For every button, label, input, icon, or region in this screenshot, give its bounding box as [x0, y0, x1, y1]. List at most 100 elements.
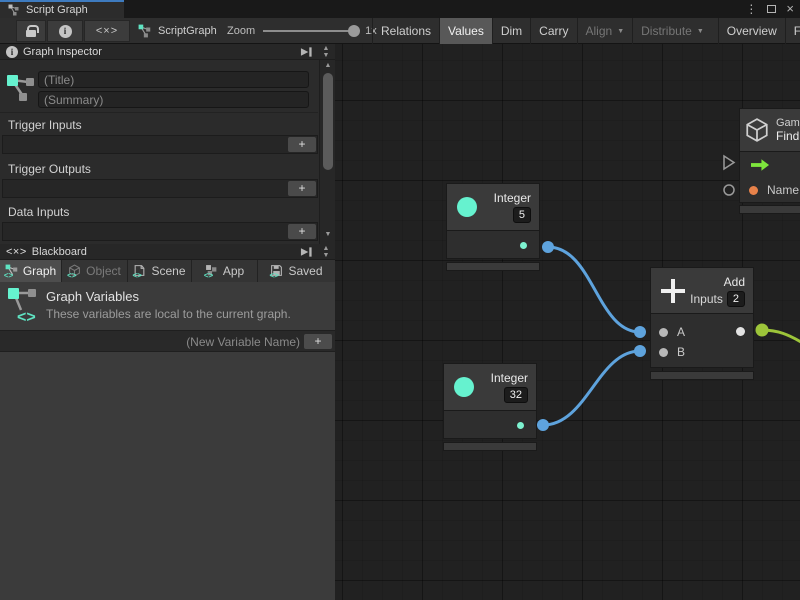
node-gameobject-find[interactable]: Game Object Find Name [739, 108, 800, 214]
output-port[interactable] [736, 327, 745, 336]
inspect-button[interactable]: i [47, 20, 83, 42]
node-title: Game Object [776, 117, 800, 129]
node-subtitle: Find [776, 129, 800, 143]
dock-icon[interactable] [300, 247, 313, 257]
graph-icon [138, 24, 152, 38]
lock-icon [26, 30, 36, 37]
object-tab-icon: <> [68, 264, 82, 278]
tab-saved[interactable]: <> Saved [258, 260, 335, 282]
wire-endpoint [634, 345, 646, 357]
zoom-label: Zoom [227, 25, 255, 37]
node-integer-32[interactable]: Integer 32 [443, 363, 537, 451]
graph-tab-icon: <> [5, 264, 19, 278]
tab-object[interactable]: <> Object [62, 260, 128, 282]
info-icon: i [6, 46, 18, 58]
chevron-down-icon: ▼ [697, 28, 704, 35]
input-port-a[interactable] [659, 328, 668, 337]
variables-empty-area [0, 352, 335, 600]
graph-toolbar: i <×> ScriptGraph Zoom 1x Relations Valu… [0, 18, 800, 44]
sidebar: i Graph Inspector ▲ ▼ Trigger Inputs [0, 44, 335, 600]
overview-button[interactable]: Overview [718, 18, 785, 44]
arrow-down-icon[interactable]: ▼ [319, 252, 333, 259]
tab-scene[interactable]: <> Scene [128, 260, 192, 282]
tab-app[interactable]: <> App [192, 260, 258, 282]
integer-value-field[interactable]: 32 [504, 387, 528, 403]
full-screen-button[interactable]: Full Screen [785, 18, 800, 44]
trigger-outputs-list: + [2, 179, 318, 198]
graph-variables-icon: <> [7, 286, 39, 326]
saved-tab-icon: <> [270, 264, 284, 278]
title-field[interactable] [38, 71, 309, 88]
values-button[interactable]: Values [439, 18, 492, 44]
new-variable-input[interactable] [4, 333, 300, 350]
graph-variables-panel: <> Graph Variables These variables are l… [0, 282, 335, 330]
tab-graph[interactable]: <> Graph [0, 260, 62, 282]
gameobject-cube-icon [744, 117, 770, 143]
scroll-up-icon[interactable]: ▲ [320, 62, 336, 69]
scrollbar-thumb[interactable] [323, 73, 333, 170]
arrow-up-icon[interactable]: ▲ [319, 245, 333, 252]
graph-canvas[interactable]: Integer 5 Integer 32 [335, 44, 800, 600]
maximize-icon[interactable] [767, 5, 776, 13]
graph-name: ScriptGraph [158, 25, 217, 37]
summary-field[interactable] [38, 91, 309, 108]
window-controls: ⋮ × [745, 0, 794, 18]
arrow-down-icon[interactable]: ▼ [319, 52, 333, 59]
window-menu-icon[interactable]: ⋮ [745, 2, 757, 16]
add-trigger-output-button[interactable]: + [288, 181, 316, 196]
wire-endpoint [634, 326, 646, 338]
tab-script-graph[interactable]: Script Graph [0, 0, 124, 18]
node-add[interactable]: Add Inputs 2 A B [650, 267, 754, 380]
chevron-down-icon: ▼ [617, 28, 624, 35]
new-variable-row: + [0, 330, 335, 352]
add-variable-button[interactable]: + [304, 334, 332, 349]
graph-variables-description: These variables are local to the current… [46, 307, 291, 321]
trigger-outputs-label: Trigger Outputs [8, 162, 91, 176]
add-operator-icon [661, 279, 685, 303]
add-trigger-input-button[interactable]: + [288, 137, 316, 152]
info-icon: i [59, 25, 72, 38]
zoom-slider-knob[interactable] [348, 25, 360, 37]
inspector-scrollbar[interactable]: ▲ ▼ [319, 60, 335, 244]
dim-button[interactable]: Dim [492, 18, 530, 44]
name-input-port[interactable] [749, 186, 758, 195]
divider [0, 112, 318, 113]
wire-integer32-to-b [543, 351, 640, 425]
align-dropdown: Align ▼ [577, 18, 633, 44]
dock-icon[interactable] [300, 47, 313, 57]
output-port[interactable] [520, 242, 527, 249]
lock-button[interactable] [16, 20, 46, 42]
inputs-count-field[interactable]: 2 [727, 291, 745, 307]
active-tab-indicator [0, 0, 124, 2]
node-title: Add [690, 275, 745, 289]
unity-script-graph-window: Script Graph ⋮ × i <×> ScriptGraph Zoom [0, 0, 800, 600]
wire-endpoint [756, 324, 769, 337]
node-integer-5[interactable]: Integer 5 [446, 183, 540, 271]
trigger-arrow-icon[interactable] [751, 159, 770, 171]
blackboard-header: <×> Blackboard ▲ ▼ [0, 244, 335, 260]
variables-toggle-button[interactable]: <×> [84, 20, 130, 42]
graph-breadcrumb[interactable]: ScriptGraph [138, 18, 217, 44]
relations-button[interactable]: Relations [372, 18, 439, 44]
input-port-b[interactable] [659, 348, 668, 357]
node-footer [739, 205, 800, 214]
graph-inspector-header: i Graph Inspector ▲ ▼ [0, 44, 335, 60]
output-port[interactable] [517, 422, 524, 429]
carry-button[interactable]: Carry [530, 18, 576, 44]
scroll-down-icon[interactable]: ▼ [320, 231, 336, 238]
integer-value-field[interactable]: 5 [513, 207, 531, 223]
trigger-port-outline-icon[interactable] [724, 156, 734, 169]
zoom-slider-track[interactable] [263, 30, 351, 32]
header-scroll-arrows[interactable]: ▲ ▼ [319, 245, 333, 259]
header-scroll-arrows[interactable]: ▲ ▼ [319, 45, 333, 59]
graph-variables-icon [6, 72, 36, 110]
value-port-outline-icon[interactable] [724, 185, 734, 195]
add-data-input-button[interactable]: + [288, 224, 316, 239]
data-inputs-list: + [2, 222, 318, 241]
arrow-up-icon[interactable]: ▲ [319, 45, 333, 52]
trigger-inputs-list: + [2, 135, 318, 154]
zoom-control: Zoom 1x [227, 18, 377, 44]
scene-tab-icon: <> [133, 264, 147, 278]
app-tab-icon: <> [205, 264, 219, 278]
close-icon[interactable]: × [786, 4, 794, 14]
